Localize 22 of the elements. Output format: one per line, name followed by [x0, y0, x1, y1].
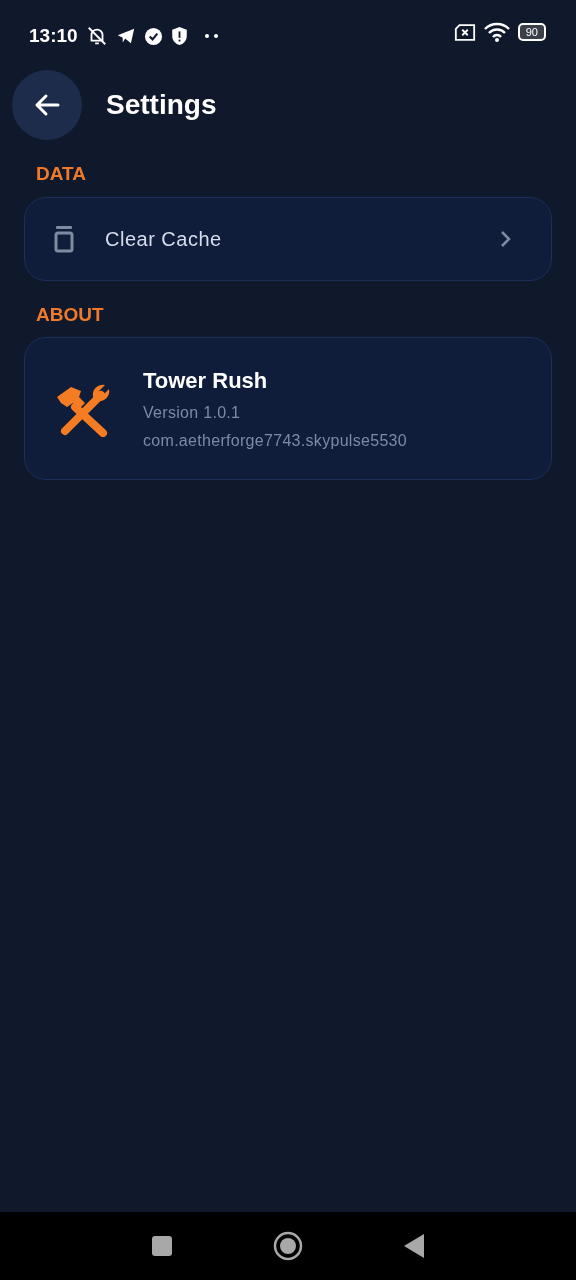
wifi-icon: [483, 22, 510, 42]
check-circle-icon: [143, 26, 163, 46]
trash-icon: [53, 224, 75, 253]
shield-alert-icon: [170, 26, 188, 47]
clock-time: 13:10: [29, 24, 78, 48]
chevron-right-icon: [499, 229, 511, 248]
package-name: com.aetherforge7743.skypulse5530: [143, 431, 407, 451]
sim-error-icon: [453, 23, 476, 41]
paper-plane-icon: [115, 27, 136, 46]
more-dots-icon: [203, 33, 220, 40]
app-version: Version 1.0.1: [143, 403, 242, 423]
muted-bell-icon: [85, 25, 108, 48]
page-title: Settings: [106, 88, 217, 122]
app-name: Tower Rush: [143, 367, 269, 395]
section-heading: ABOUT: [35, 302, 105, 327]
home-button[interactable]: [273, 1231, 303, 1261]
clear-cache-item[interactable]: Clear Cache: [24, 196, 552, 281]
back-nav-button[interactable]: [403, 1233, 425, 1259]
battery-indicator: 90: [517, 23, 546, 41]
section-heading: DATA: [35, 162, 87, 186]
recents-button[interactable]: [151, 1235, 173, 1257]
back-arrow-icon: [34, 93, 60, 117]
